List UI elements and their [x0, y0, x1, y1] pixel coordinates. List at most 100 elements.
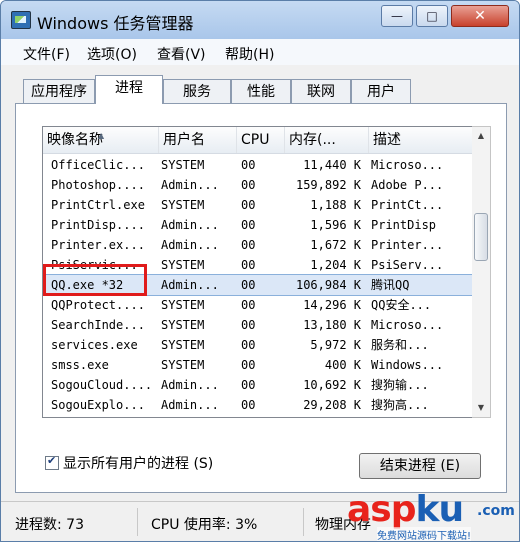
cell-cpu: 00 — [241, 178, 256, 192]
cell-memory: 106,984 K — [295, 278, 361, 292]
cell-memory: 1,672 K — [310, 238, 361, 252]
cell-user: SYSTEM — [161, 338, 205, 352]
table-row[interactable]: smss.exe SYSTEM 00 400 K Windows... — [43, 355, 473, 375]
menu-view[interactable]: 查看(V) — [157, 44, 206, 64]
tab-users[interactable]: 用户 — [351, 79, 411, 104]
cell-user: SYSTEM — [161, 158, 205, 172]
cell-user: SYSTEM — [161, 318, 205, 332]
vertical-scrollbar[interactable]: ▲ ▼ — [472, 126, 491, 418]
cell-description: PsiServ... — [371, 258, 444, 272]
column-user-name[interactable]: 用户名 — [159, 127, 237, 153]
cell-user: Admin... — [161, 278, 219, 292]
menu-options[interactable]: 选项(O) — [87, 44, 137, 64]
cell-memory: 29,208 K — [303, 398, 361, 412]
cell-image-name: PrintCtrl.exe — [51, 198, 145, 212]
highlight-annotation — [43, 264, 147, 296]
cell-image-name: OfficeClic... — [51, 158, 145, 172]
cell-description: Printer... — [371, 238, 444, 252]
scroll-thumb[interactable] — [474, 213, 488, 261]
end-process-button[interactable]: 结束进程 (E) — [359, 453, 481, 479]
cell-user: SYSTEM — [161, 258, 205, 272]
task-manager-window: Windows 任务管理器 — □ ✕ 文件(F) 选项(O) 查看(V) 帮助… — [0, 0, 520, 542]
cell-cpu: 00 — [241, 218, 256, 232]
cell-image-name: SogouCloud.... — [51, 378, 153, 392]
column-image-name[interactable]: ▲ 映像名称 — [43, 127, 159, 153]
checkbox-checked-icon[interactable] — [45, 454, 59, 470]
cell-user: Admin... — [161, 178, 219, 192]
site-watermark: aspku .com 免费网站源码下载站! — [347, 489, 517, 541]
tab-applications[interactable]: 应用程序 — [23, 79, 95, 104]
cell-cpu: 00 — [241, 398, 256, 412]
cell-cpu: 00 — [241, 238, 256, 252]
processes-panel: ▲ 映像名称 用户名 CPU 内存(... 描述 OfficeClic... S… — [15, 103, 507, 493]
cell-description: 服务和... — [371, 338, 429, 352]
cell-user: Admin... — [161, 238, 219, 252]
cell-memory: 159,892 K — [295, 178, 361, 192]
cell-memory: 1,188 K — [310, 198, 361, 212]
cell-description: PrintDisp — [371, 218, 437, 232]
cell-user: Admin... — [161, 218, 219, 232]
close-button[interactable]: ✕ — [451, 5, 509, 27]
cell-memory: 11,440 K — [303, 158, 361, 172]
column-cpu[interactable]: CPU — [237, 127, 285, 153]
table-row[interactable]: services.exe SYSTEM 00 5,972 K 服务和... — [43, 335, 473, 355]
cell-memory: 1,204 K — [310, 258, 361, 272]
status-divider — [137, 508, 138, 536]
table-row[interactable]: SogouCloud.... Admin... 00 10,692 K 搜狗输.… — [43, 375, 473, 395]
maximize-button[interactable]: □ — [416, 5, 448, 27]
scroll-up-icon[interactable]: ▲ — [472, 127, 490, 145]
cell-cpu: 00 — [241, 338, 256, 352]
table-row[interactable]: PrintDisp.... Admin... 00 1,596 K PrintD… — [43, 215, 473, 235]
cell-user: Admin... — [161, 378, 219, 392]
cell-cpu: 00 — [241, 258, 256, 272]
cell-image-name: PrintDisp.... — [51, 218, 145, 232]
cell-description: Microso... — [371, 158, 444, 172]
watermark-brand-a: asp — [347, 489, 416, 530]
cell-image-name: smss.exe — [51, 358, 109, 372]
menu-bar: 文件(F) 选项(O) 查看(V) 帮助(H) — [1, 39, 519, 66]
task-manager-icon — [11, 11, 31, 29]
table-row[interactable]: SogouExplo... Admin... 00 29,208 K 搜狗高..… — [43, 395, 473, 415]
tab-performance[interactable]: 性能 — [231, 79, 291, 104]
cell-description: Windows... — [371, 358, 444, 372]
minimize-button[interactable]: — — [381, 5, 413, 27]
table-row[interactable]: Printer.ex... Admin... 00 1,672 K Printe… — [43, 235, 473, 255]
column-image-name-label: 映像名称 — [47, 132, 103, 148]
tab-processes[interactable]: 进程 — [95, 75, 163, 104]
column-description[interactable]: 描述 — [369, 127, 473, 153]
watermark-domain: .com — [477, 503, 515, 519]
cell-description: Microso... — [371, 318, 444, 332]
cell-image-name: services.exe — [51, 338, 138, 352]
cell-cpu: 00 — [241, 198, 256, 212]
scroll-down-icon[interactable]: ▼ — [472, 399, 490, 417]
table-row[interactable]: Photoshop.... Admin... 00 159,892 K Adob… — [43, 175, 473, 195]
cell-image-name: Printer.ex... — [51, 238, 145, 252]
column-memory[interactable]: 内存(... — [285, 127, 369, 153]
menu-file[interactable]: 文件(F) — [23, 44, 70, 64]
table-row[interactable]: PrintCtrl.exe SYSTEM 00 1,188 K PrintCt.… — [43, 195, 473, 215]
table-row[interactable]: OfficeClic... SYSTEM 00 11,440 K Microso… — [43, 155, 473, 175]
tab-services[interactable]: 服务 — [163, 79, 231, 104]
cell-memory: 5,972 K — [310, 338, 361, 352]
watermark-brand-b: ku — [415, 489, 465, 530]
cell-image-name: SearchInde... — [51, 318, 145, 332]
cell-description: 腾讯QQ — [371, 278, 410, 292]
tab-networking[interactable]: 联网 — [291, 79, 351, 104]
status-divider — [303, 508, 304, 536]
show-all-users-checkbox[interactable]: 显示所有用户的进程 (S) — [45, 453, 213, 473]
menu-help[interactable]: 帮助(H) — [225, 44, 274, 64]
table-row[interactable]: SearchInde... SYSTEM 00 13,180 K Microso… — [43, 315, 473, 335]
cell-cpu: 00 — [241, 358, 256, 372]
cell-description: PrintCt... — [371, 198, 444, 212]
cell-user: SYSTEM — [161, 358, 205, 372]
cell-description: QQ安全... — [371, 298, 432, 312]
cell-memory: 14,296 K — [303, 298, 361, 312]
title-bar[interactable]: Windows 任务管理器 — □ ✕ — [1, 1, 519, 39]
watermark-logo: aspku — [347, 489, 465, 530]
cell-image-name: Photoshop.... — [51, 178, 145, 192]
cell-description: 搜狗高... — [371, 398, 429, 412]
watermark-tagline: 免费网站源码下载站! — [377, 527, 472, 541]
table-row[interactable]: QQProtect.... SYSTEM 00 14,296 K QQ安全... — [43, 295, 473, 315]
cell-memory: 1,596 K — [310, 218, 361, 232]
cell-cpu: 00 — [241, 378, 256, 392]
